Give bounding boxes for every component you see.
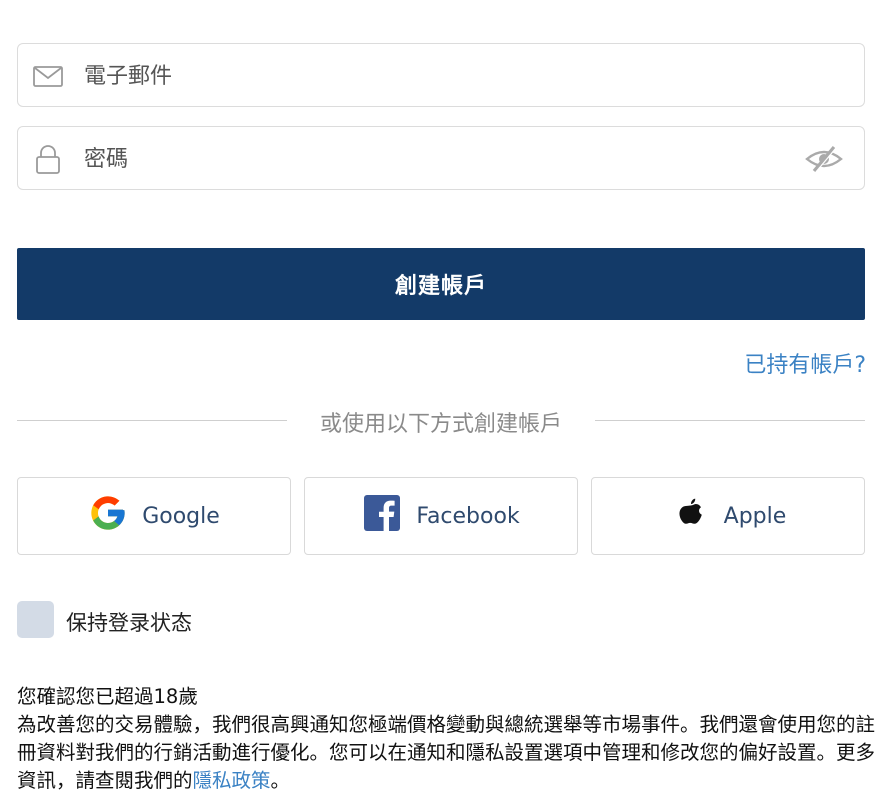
remember-me-checkbox[interactable] [17,601,54,638]
facebook-label: Facebook [416,503,520,529]
create-account-button[interactable]: 創建帳戶 [17,248,865,320]
google-label: Google [142,503,220,529]
facebook-icon [362,493,402,539]
lock-icon [32,143,64,175]
consent-paragraph: 為改善您的交易體驗，我們很高興通知您極端價格變動與總統選舉等市場事件。我們還會使… [17,711,877,795]
eye-slash-icon[interactable] [804,143,844,175]
consent-period: 。 [270,769,291,792]
legal-notice: 您確認您已超過18歲 為改善您的交易體驗，我們很高興通知您極端價格變動與總統選舉… [17,683,877,795]
google-signup-button[interactable]: Google [17,477,291,555]
age-confirmation-text: 您確認您已超過18歲 [17,685,198,708]
password-input[interactable] [82,139,786,179]
divider-text: 或使用以下方式創建帳戶 [0,406,882,438]
email-input[interactable] [82,56,786,96]
email-field-container[interactable] [17,43,865,107]
password-field-container[interactable] [17,126,865,190]
facebook-signup-button[interactable]: Facebook [304,477,578,555]
existing-account-link[interactable]: 已持有帳戶? [744,347,866,379]
mail-icon [32,60,64,92]
privacy-policy-link[interactable]: 隱私政策 [193,769,271,792]
apple-signup-button[interactable]: Apple [591,477,865,555]
google-icon [88,493,128,539]
remember-me-label: 保持登录状态 [66,611,192,635]
apple-label: Apple [723,503,787,529]
apple-icon [670,493,710,539]
divider-label: 或使用以下方式創建帳戶 [307,412,574,437]
consent-text: 為改善您的交易體驗，我們很高興通知您極端價格變動與總統選舉等市場事件。我們還會使… [17,713,876,792]
